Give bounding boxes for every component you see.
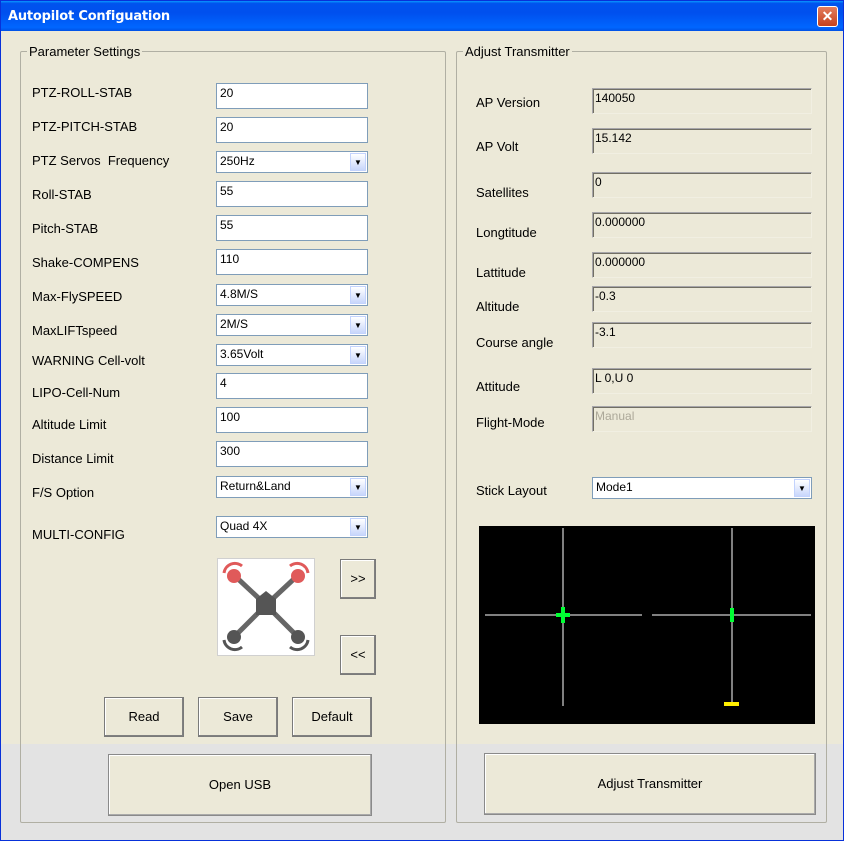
- ptz-servo-frequency-select[interactable]: 250Hz ▼: [216, 151, 368, 173]
- fs-option-label: F/S Option: [32, 485, 95, 500]
- attitude-value: L 0,U 0: [592, 368, 812, 394]
- ptz-pitch-stab-input[interactable]: 20: [216, 117, 368, 143]
- ap-version-value: 140050: [592, 88, 812, 114]
- adjust-transmitter-button[interactable]: Adjust Transmitter: [484, 753, 816, 815]
- ptz-servo-frequency-label: PTZ Servos Frequency: [32, 153, 170, 168]
- throttle-marker: [724, 702, 739, 706]
- distance-limit-label: Distance Limit: [32, 451, 114, 466]
- lipo-cell-num-input[interactable]: 4: [216, 373, 368, 399]
- shake-compens-label: Shake-COMPENS: [32, 255, 139, 270]
- quad-x-icon: [222, 561, 310, 652]
- satellites-value: 0: [592, 172, 812, 198]
- altitude-limit-label: Altitude Limit: [32, 417, 107, 432]
- longitude-value: 0.000000: [592, 212, 812, 238]
- ap-version-label: AP Version: [476, 95, 541, 110]
- ptz-servo-frequency-value: 250Hz: [220, 154, 255, 168]
- max-lift-speed-select[interactable]: 2M/S ▼: [216, 314, 368, 336]
- lipo-cell-num-label: LIPO-Cell-Num: [32, 385, 121, 400]
- adjust-transmitter-legend: Adjust Transmitter: [465, 44, 570, 59]
- max-lift-speed-label: MaxLIFTspeed: [32, 323, 118, 338]
- chevron-down-icon[interactable]: ▼: [350, 518, 366, 536]
- next-config-button[interactable]: >>: [340, 559, 376, 599]
- prev-config-button[interactable]: <<: [340, 635, 376, 675]
- max-fly-speed-select[interactable]: 4.8M/S ▼: [216, 284, 368, 306]
- chevron-down-icon[interactable]: ▼: [350, 316, 366, 334]
- ptz-roll-stab-label: PTZ-ROLL-STAB: [32, 85, 133, 100]
- chevron-down-icon[interactable]: ▼: [350, 286, 366, 304]
- pitch-stab-label: Pitch-STAB: [32, 221, 99, 236]
- stick-layout-value: Mode1: [596, 480, 633, 494]
- stick-layout-label: Stick Layout: [476, 483, 547, 498]
- altitude-label: Altitude: [476, 299, 520, 314]
- warning-cell-volt-select[interactable]: 3.65Volt ▼: [216, 344, 368, 366]
- title-bar[interactable]: Autopilot Configuation ✕: [1, 1, 843, 31]
- quad-x-frame-image: [217, 558, 315, 656]
- chevron-down-icon[interactable]: ▼: [350, 346, 366, 364]
- ptz-pitch-stab-label: PTZ-PITCH-STAB: [32, 119, 138, 134]
- stick-position-display: [479, 526, 815, 724]
- ap-volt-label: AP Volt: [476, 139, 519, 154]
- fs-option-value: Return&Land: [220, 479, 291, 493]
- course-angle-label: Course angle: [476, 335, 554, 350]
- right-stick-marker: [730, 608, 734, 622]
- save-button[interactable]: Save: [198, 697, 278, 737]
- dialog-body: Parameter Settings Adjust Transmitter PT…: [1, 31, 843, 840]
- latitude-value: 0.000000: [592, 252, 812, 278]
- warning-cell-volt-value: 3.65Volt: [220, 347, 264, 361]
- roll-stab-input[interactable]: 55: [216, 181, 368, 207]
- autopilot-config-window: Autopilot Configuation ✕ Parameter Setti…: [0, 0, 844, 841]
- fs-option-select[interactable]: Return&Land ▼: [216, 476, 368, 498]
- ap-volt-value: 15.142: [592, 128, 812, 154]
- distance-limit-input[interactable]: 300: [216, 441, 368, 467]
- longitude-label: Longtitude: [476, 225, 537, 240]
- pitch-stab-input[interactable]: 55: [216, 215, 368, 241]
- open-usb-button[interactable]: Open USB: [108, 754, 372, 816]
- shake-compens-input[interactable]: 110: [216, 249, 368, 275]
- chevron-down-icon[interactable]: ▼: [794, 479, 810, 497]
- multi-config-value: Quad 4X: [220, 519, 268, 533]
- course-angle-value: -3.1: [592, 322, 812, 348]
- latitude-label: Lattitude: [476, 265, 526, 280]
- window-title: Autopilot Configuation: [8, 9, 170, 24]
- ptz-roll-stab-input[interactable]: 20: [216, 83, 368, 109]
- chevron-down-icon[interactable]: ▼: [350, 153, 366, 171]
- flight-mode-value: Manual: [592, 406, 812, 432]
- multi-config-select[interactable]: Quad 4X ▼: [216, 516, 368, 538]
- parameter-settings-legend: Parameter Settings: [29, 44, 141, 59]
- left-stick-marker-v: [561, 607, 565, 623]
- attitude-label: Attitude: [476, 379, 521, 394]
- close-button[interactable]: ✕: [817, 6, 838, 27]
- stick-layout-select[interactable]: Mode1 ▼: [592, 477, 812, 499]
- stick-crosshairs: [485, 528, 811, 706]
- warning-cell-volt-label: WARNING Cell-volt: [32, 353, 145, 368]
- max-fly-speed-label: Max-FlySPEED: [32, 289, 123, 304]
- max-fly-speed-value: 4.8M/S: [220, 287, 259, 301]
- roll-stab-label: Roll-STAB: [32, 187, 92, 202]
- read-button[interactable]: Read: [104, 697, 184, 737]
- satellites-label: Satellites: [476, 185, 529, 200]
- altitude-value: -0.3: [592, 286, 812, 312]
- max-lift-speed-value: 2M/S: [220, 317, 249, 331]
- default-button[interactable]: Default: [292, 697, 372, 737]
- multi-config-label: MULTI-CONFIG: [32, 527, 125, 542]
- altitude-limit-input[interactable]: 100: [216, 407, 368, 433]
- chevron-down-icon[interactable]: ▼: [350, 478, 366, 496]
- flight-mode-label: Flight-Mode: [476, 415, 545, 430]
